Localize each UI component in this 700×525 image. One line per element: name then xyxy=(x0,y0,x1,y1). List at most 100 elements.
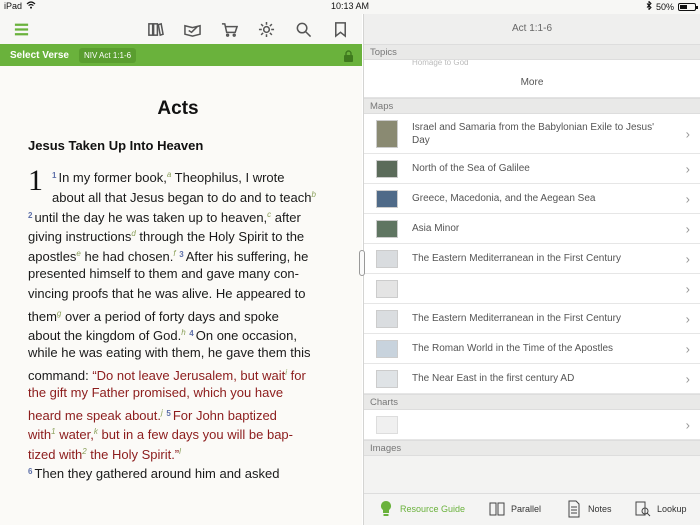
chevron-right-icon: › xyxy=(685,251,690,266)
topic-item-partial[interactable]: Homage to God xyxy=(364,60,700,70)
verse-text: until the day he was taken up to heaven, xyxy=(34,209,268,225)
more-topics-button[interactable]: More xyxy=(364,70,700,98)
cart-icon[interactable] xyxy=(220,20,238,38)
words-of-christ: with xyxy=(28,427,52,443)
reading-plan-icon[interactable] xyxy=(183,20,201,38)
chevron-right-icon: › xyxy=(685,417,690,432)
reference-chip[interactable]: NIV Act 1:1-6 xyxy=(78,47,137,63)
verse-text: presented himself to them and gave many … xyxy=(28,265,299,281)
bottom-tab-bar: Resource Guide Parallel Notes Lookup xyxy=(364,493,700,525)
verse-text: after xyxy=(271,209,301,225)
top-toolbar xyxy=(0,14,362,44)
resource-header: Act 1:1-6 xyxy=(364,14,700,44)
verse-text: about the kingdom of God. xyxy=(28,328,182,344)
text-line: presented himself to them and gave many … xyxy=(28,264,328,284)
tab-lookup[interactable]: Lookup xyxy=(635,500,687,518)
map-thumbnail xyxy=(376,249,398,268)
verse-text: vincing proofs that he was alive. He app… xyxy=(28,285,306,301)
verse-selection-bar: Select Verse NIV Act 1:1-6 xyxy=(0,44,362,66)
chevron-right-icon: › xyxy=(685,371,690,386)
text-line: vincing proofs that he was alive. He app… xyxy=(28,284,328,304)
map-title: The Eastern Mediterranean in the First C… xyxy=(412,253,621,264)
footnote-marker[interactable]: l xyxy=(179,447,181,456)
verse-number: 2 xyxy=(28,210,33,220)
text-line: 2 until the day he was taken up to heaven… xyxy=(28,205,328,225)
map-title: The Eastern Mediterranean in the First C… xyxy=(412,313,621,324)
text-line: with1 water,k but in a few days you will… xyxy=(28,422,328,442)
chevron-right-icon: › xyxy=(685,341,690,356)
settings-icon[interactable] xyxy=(257,20,275,38)
words-of-christ: the gift my Father promised, which you h… xyxy=(28,384,284,400)
map-item[interactable]: Asia Minor › xyxy=(364,214,700,244)
text-line: 6 Then they gathered around him and asked xyxy=(28,462,328,482)
map-item[interactable]: The Eastern Mediterranean in the First C… xyxy=(364,304,700,334)
map-title: Greece, Macedonia, and the Aegean Sea xyxy=(412,193,596,204)
verse-text: giving instructions xyxy=(28,229,132,245)
map-item[interactable]: The Eastern Mediterranean in the First C… xyxy=(364,244,700,274)
tab-resource-guide[interactable]: Resource Guide xyxy=(378,500,465,518)
tab-notes[interactable]: Notes xyxy=(566,500,612,518)
pane-resize-handle[interactable] xyxy=(359,250,365,276)
lock-icon[interactable] xyxy=(343,49,354,67)
battery-icon xyxy=(678,2,698,11)
bluetooth-icon xyxy=(646,0,652,12)
text-line: tized with2 the Holy Spirit.”l xyxy=(28,442,328,462)
library-icon[interactable] xyxy=(146,20,164,38)
map-item[interactable]: The Roman World in the Time of the Apost… xyxy=(364,334,700,364)
words-of-christ: but in a few days you will be bap- xyxy=(97,427,293,443)
footnote-marker[interactable]: b xyxy=(311,190,315,199)
verse-number: 6 xyxy=(28,466,33,476)
tab-notes-label: Notes xyxy=(588,504,612,514)
verse-text: he had chosen. xyxy=(80,249,174,265)
text-line: heard me speak about.j 5 For John baptize… xyxy=(28,403,328,423)
tab-parallel[interactable]: Parallel xyxy=(489,500,541,518)
text-line: themg over a period of forty days and sp… xyxy=(28,304,328,324)
chevron-right-icon: › xyxy=(685,191,690,206)
verse-text: over a period of forty days and spoke xyxy=(61,308,279,324)
search-icon[interactable] xyxy=(294,20,312,38)
words-of-christ: tized with xyxy=(28,447,83,463)
words-of-christ: heard me speak about. xyxy=(28,407,161,423)
chevron-right-icon: › xyxy=(685,221,690,236)
text-line: about all that Jesus began to do and to … xyxy=(28,185,328,205)
footnote-marker[interactable]: h xyxy=(181,328,185,337)
map-item[interactable]: North of the Sea of Galilee › xyxy=(364,154,700,184)
map-thumbnail xyxy=(376,369,398,388)
maps-section-label: Maps xyxy=(364,98,700,114)
notes-icon xyxy=(568,500,580,518)
verse-text: while he was eating with them, he gave t… xyxy=(28,345,311,361)
parallel-icon xyxy=(489,502,505,516)
map-item[interactable]: › xyxy=(364,274,700,304)
topics-section-label: Topics xyxy=(364,44,700,60)
map-title: The Near East in the first century AD xyxy=(412,373,575,384)
chart-item[interactable]: › xyxy=(364,410,700,440)
bible-reader-pane: Select Verse NIV Act 1:1-6 Acts Jesus Ta… xyxy=(0,14,362,525)
tab-lookup-label: Lookup xyxy=(657,504,687,514)
verse-text: them xyxy=(28,308,57,324)
verse-text: After his suffering, he xyxy=(185,249,309,265)
map-item[interactable]: Israel and Samaria from the Babylonian E… xyxy=(364,114,700,154)
map-thumbnail xyxy=(376,309,398,328)
menu-icon[interactable] xyxy=(12,20,30,38)
chevron-right-icon: › xyxy=(685,126,690,141)
chevron-right-icon: › xyxy=(685,281,690,296)
map-title: North of the Sea of Galilee xyxy=(412,163,530,174)
map-title: The Roman World in the Time of the Apost… xyxy=(412,343,614,354)
map-title: Israel and Samaria from the Babylonian E… xyxy=(412,121,655,146)
select-verse-button[interactable]: Select Verse xyxy=(10,50,69,61)
tab-resource-guide-label: Resource Guide xyxy=(400,504,466,514)
text-line: about the kingdom of God.h 4 On one occas… xyxy=(28,323,328,343)
map-thumbnail xyxy=(376,279,398,298)
verse-text: On one occasion, xyxy=(195,328,297,344)
map-thumbnail xyxy=(376,159,398,178)
bookmark-icon[interactable] xyxy=(331,20,349,38)
verse-number: 4 xyxy=(189,329,194,339)
images-section-label: Images xyxy=(364,440,700,456)
verse-number: 1 xyxy=(52,171,57,180)
verse-text: Theophilus, I wrote xyxy=(171,170,285,185)
verse-number: 5 xyxy=(166,408,171,418)
map-item[interactable]: The Near East in the first century AD › xyxy=(364,364,700,394)
text-line: apostlese he had chosen.f 3 After his suf… xyxy=(28,244,328,264)
map-item[interactable]: Greece, Macedonia, and the Aegean Sea › xyxy=(364,184,700,214)
resource-guide-pane: Act 1:1-6 Topics Homage to God More Maps… xyxy=(363,14,700,525)
